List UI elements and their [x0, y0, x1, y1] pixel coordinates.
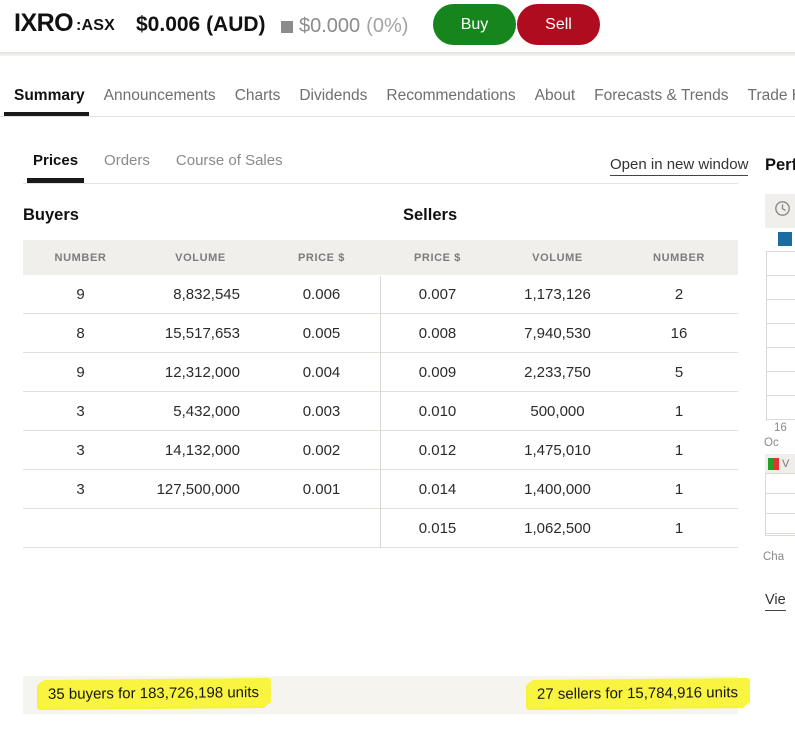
depth-table-center-divider [380, 276, 381, 548]
tab-announcements[interactable]: Announcements [104, 87, 216, 117]
col-seller-number: NUMBER [653, 251, 705, 264]
main-tab-bar: Summary Announcements Charts Dividends R… [4, 84, 795, 117]
col-seller-volume: VOLUME [532, 251, 583, 264]
depth-sub-tabs: Prices Orders Course of Sales [26, 152, 283, 184]
depth-table-header: NUMBER VOLUME PRICE $ PRICE $ VOLUME NUM… [23, 240, 738, 275]
sell-button[interactable]: Sell [517, 4, 600, 45]
ticker-symbol: IXRO [14, 9, 74, 37]
tab-bar-divider [0, 116, 795, 117]
sellers-summary-highlight: 27 sellers for 15,784,916 units [527, 680, 748, 708]
col-seller-price: PRICE $ [414, 251, 461, 264]
quote-price: $0.006 (AUD) [136, 13, 266, 36]
subtab-prices[interactable]: Prices [26, 152, 85, 183]
chart-period-button[interactable] [765, 194, 795, 228]
chart-toggle-label: V [782, 457, 790, 470]
col-buyer-number: NUMBER [54, 251, 107, 264]
quote-change: $0.000 (0%) [281, 15, 408, 38]
tab-dividends[interactable]: Dividends [299, 87, 367, 117]
change-percent: (0%) [366, 15, 409, 37]
view-more-link[interactable]: Vie [765, 592, 786, 611]
tab-summary[interactable]: Summary [4, 87, 89, 117]
tab-about[interactable]: About [535, 87, 576, 117]
candlestick-icon [768, 457, 779, 470]
tab-forecasts-trends[interactable]: Forecasts & Trends [594, 87, 728, 117]
tab-trade-history[interactable]: Trade History [748, 87, 795, 117]
ticker-exchange: :ASX [76, 17, 116, 34]
change-value: $0.000 [299, 15, 361, 37]
sellers-heading: Sellers [403, 206, 458, 224]
chart-legend-blue-icon [778, 232, 792, 246]
buy-button[interactable]: Buy [433, 4, 516, 45]
buyers-heading: Buyers [23, 206, 79, 224]
col-buyer-volume: VOLUME [175, 251, 226, 264]
tab-charts[interactable]: Charts [235, 87, 281, 117]
no-change-icon [281, 20, 293, 33]
chart-axis-tick: Oc [764, 437, 779, 449]
subtab-course-of-sales[interactable]: Course of Sales [176, 152, 283, 183]
chart-footnote: Cha [763, 551, 785, 563]
sub-tab-divider [23, 183, 738, 184]
chart-type-toggle[interactable]: V [765, 454, 795, 473]
chart-axis-tick: 16 [774, 422, 787, 434]
mini-chart-grid [766, 251, 795, 421]
col-buyer-price: PRICE $ [298, 251, 345, 264]
open-in-new-window-link[interactable]: Open in new window [610, 156, 749, 176]
clock-icon [774, 200, 791, 222]
performance-panel-title: Perf [765, 156, 795, 174]
subtab-orders[interactable]: Orders [104, 152, 150, 183]
buyers-summary-highlight: 35 buyers for 183,726,198 units [38, 680, 269, 708]
tab-recommendations[interactable]: Recommendations [386, 87, 515, 117]
side-panel-mini-table [765, 473, 795, 536]
header-divider [0, 52, 795, 56]
